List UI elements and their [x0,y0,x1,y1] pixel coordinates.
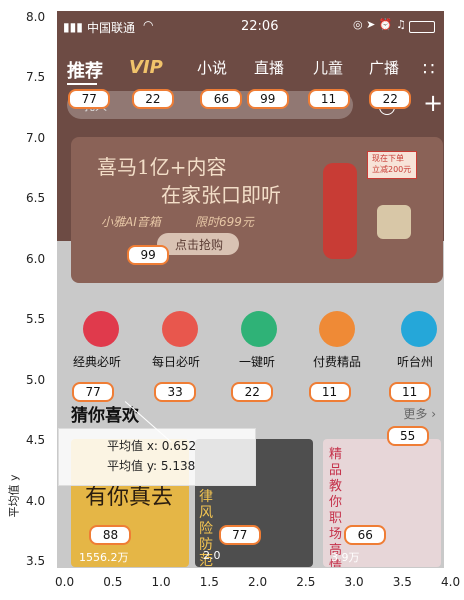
data-point-label: 22 [369,88,412,109]
data-point-label: 99 [127,244,170,265]
data-point-label: 22 [131,88,174,109]
chart-figure: ▮▮▮ 中国联通 ◠ 22:06 ◎ ➤ ⏰ ♫ 推荐 VIP 小说 直播 儿童… [0,0,464,600]
data-point-label: 88 [89,525,132,546]
x-tick-label: 0.0 [55,575,75,589]
data-point-label: 11 [307,88,350,109]
y-tick-label: 8.0 [26,10,46,24]
data-point-label: 77 [68,88,111,109]
x-tick-label: 1.0 [151,575,171,589]
x-tick-label: 1.5 [199,575,219,589]
data-point-label: 33 [154,381,197,402]
y-tick-label: 7.5 [26,70,46,85]
y-tick-label: 7.0 [26,130,46,145]
y-tick-label: 4.0 [26,493,46,508]
y-tick-label: 5.0 [26,372,46,387]
data-point-label: 11 [308,381,351,402]
y-tick-label: 6.0 [26,251,46,266]
y-tick-label: 3.5 [26,554,46,568]
x-tick-label: 3.0 [344,575,364,589]
data-point-label: 77 [218,525,261,546]
data-point-label: 99 [246,88,289,109]
y-axis-label: 平均值 y [7,474,21,518]
data-point-label: 66 [200,88,243,109]
data-point-label: 11 [388,381,431,402]
data-point-label: 77 [72,381,115,402]
y-tick-label: 5.5 [26,312,46,327]
x-tick-label: 2.0 [248,575,268,589]
y-tick-label: 6.5 [26,191,46,206]
x-tick-label: 2.5 [296,575,316,589]
x-tick-label: 3.5 [392,575,412,589]
x-tick-label: 4.0 [441,575,461,589]
data-point-label: 22 [231,381,274,402]
data-point-label: 66 [344,525,387,546]
tooltip-pointer-line [124,401,172,443]
y-tick-label: 4.5 [26,433,46,448]
data-point-label: 55 [386,426,429,447]
x-tick-label: 0.5 [103,575,123,589]
